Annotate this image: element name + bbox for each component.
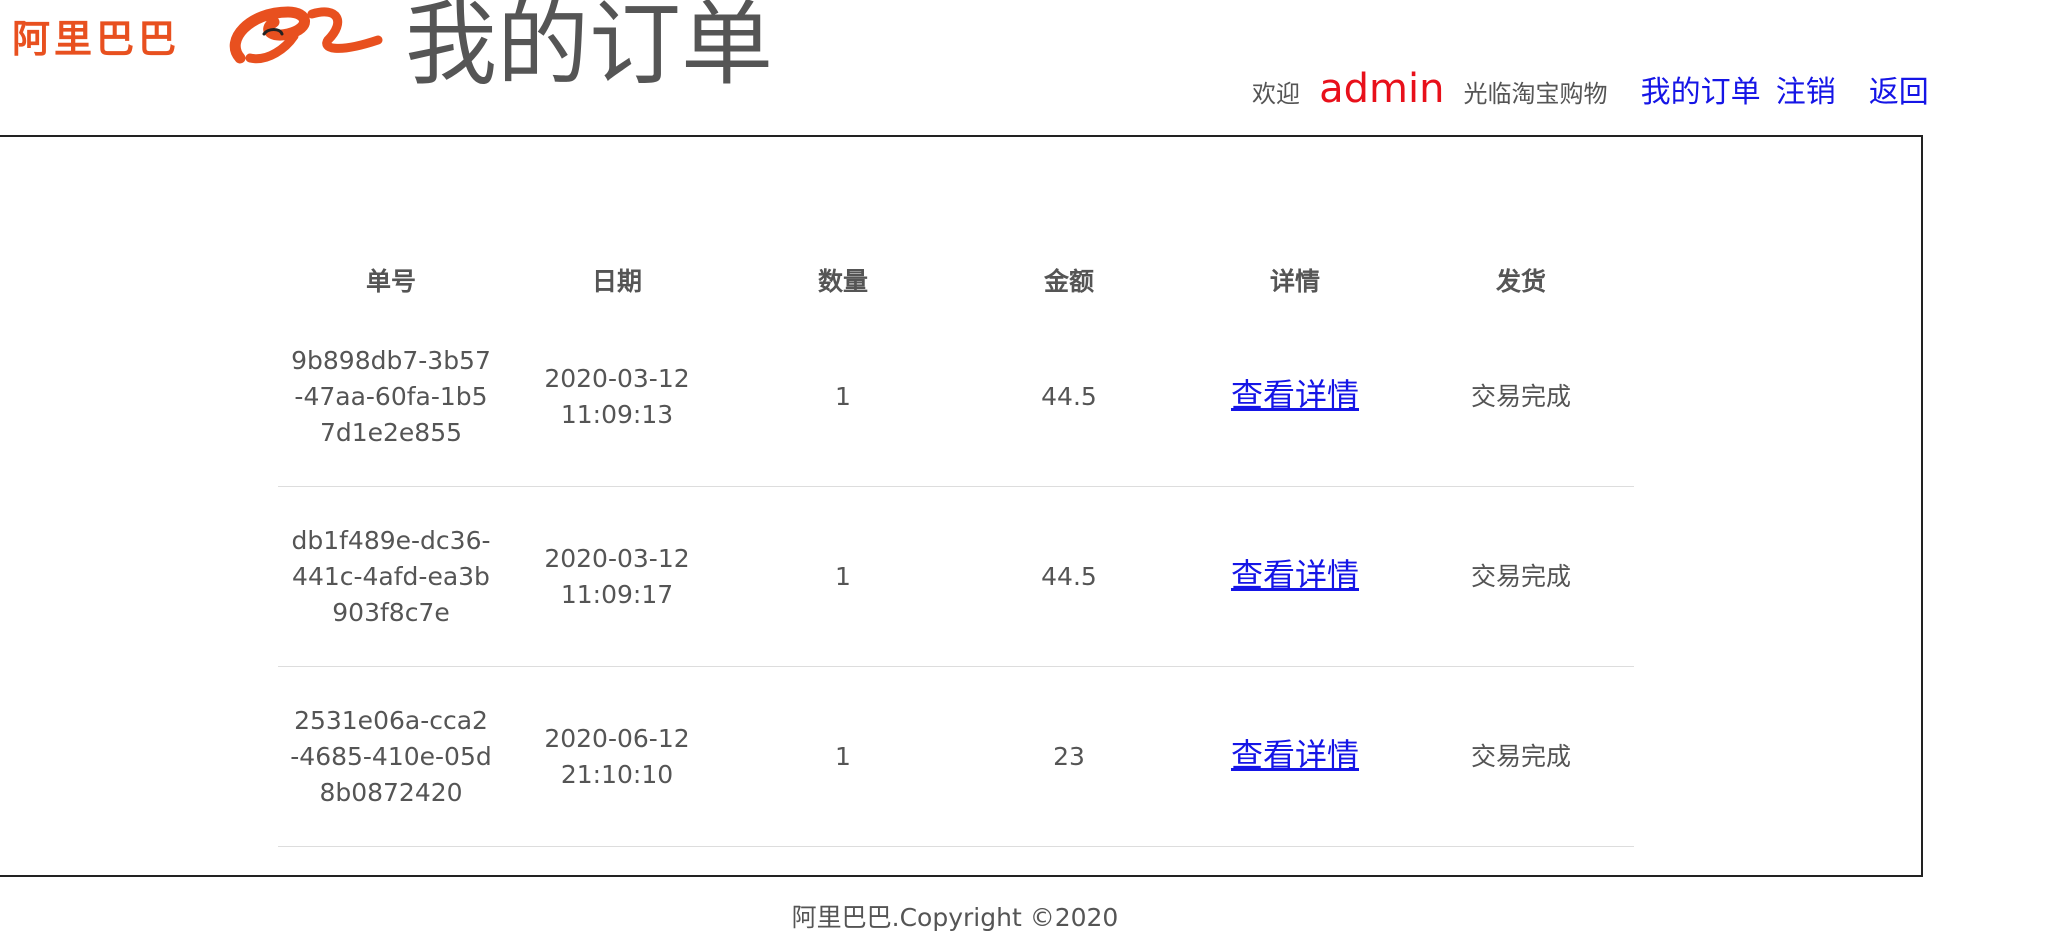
order-id: 2531e06a-cca2-4685-410e-05d8b0872420 (278, 666, 504, 847)
order-amount: 44.5 (956, 486, 1182, 667)
order-quantity: 1 (730, 666, 956, 847)
order-status: 交易完成 (1408, 666, 1634, 847)
column-header-date: 日期 (591, 266, 642, 296)
view-detail-link[interactable]: 查看详情 (1231, 376, 1359, 414)
view-detail-link[interactable]: 查看详情 (1231, 556, 1359, 594)
orders-panel: 单号 日期 数量 金额 详情 发货 9b898db7-3b57-47aa-60f… (0, 135, 1923, 877)
order-date: 2020-06-12 21:10:10 (504, 666, 730, 847)
order-amount: 23 (956, 666, 1182, 847)
top-nav: 欢迎 admin 光临淘宝购物 我的订单 注销 返回 (1252, 66, 1929, 112)
table-row: 9b898db7-3b57-47aa-60fa-1b57d1e2e855 202… (278, 307, 1634, 487)
order-date: 2020-03-12 11:09:17 (504, 486, 730, 667)
order-detail-cell: 查看详情 (1182, 666, 1408, 847)
order-id: 9b898db7-3b57-47aa-60fa-1b57d1e2e855 (278, 307, 504, 487)
logout-link[interactable]: 注销 (1776, 75, 1836, 110)
column-header-order-id: 单号 (365, 266, 416, 296)
username: admin (1319, 66, 1445, 112)
welcome-suffix: 光临淘宝购物 (1463, 80, 1608, 108)
table-row: db1f489e-dc36-441c-4afd-ea3b903f8c7e 202… (278, 486, 1634, 667)
back-link[interactable]: 返回 (1869, 75, 1929, 110)
order-status: 交易完成 (1408, 307, 1634, 487)
column-header-detail: 详情 (1269, 266, 1320, 296)
table-header-row: 单号 日期 数量 金额 详情 发货 (278, 252, 1634, 307)
welcome-prefix: 欢迎 (1252, 80, 1300, 108)
column-header-quantity: 数量 (817, 266, 868, 296)
page-title: 我的订单 (405, 0, 774, 98)
order-date: 2020-03-12 11:09:13 (504, 307, 730, 487)
order-detail-cell: 查看详情 (1182, 307, 1408, 487)
footer-copyright: 阿里巴巴.Copyright ©2020 (791, 903, 1119, 932)
column-header-amount: 金额 (1043, 266, 1094, 296)
order-status: 交易完成 (1408, 486, 1634, 667)
column-header-shipping: 发货 (1495, 266, 1546, 296)
orders-table: 单号 日期 数量 金额 详情 发货 9b898db7-3b57-47aa-60f… (278, 252, 1634, 847)
brand-name: 阿里巴巴 (12, 17, 181, 61)
order-quantity: 1 (730, 486, 956, 667)
order-amount: 44.5 (956, 307, 1182, 487)
my-orders-link[interactable]: 我的订单 (1641, 75, 1761, 110)
alibaba-smile-icon (229, 6, 383, 64)
order-detail-cell: 查看详情 (1182, 486, 1408, 667)
view-detail-link[interactable]: 查看详情 (1231, 736, 1359, 774)
brand-logo[interactable]: 阿里巴巴 (8, 0, 388, 95)
table-row: 2531e06a-cca2-4685-410e-05d8b0872420 202… (278, 666, 1634, 847)
order-id: db1f489e-dc36-441c-4afd-ea3b903f8c7e (278, 486, 504, 667)
order-quantity: 1 (730, 307, 956, 487)
